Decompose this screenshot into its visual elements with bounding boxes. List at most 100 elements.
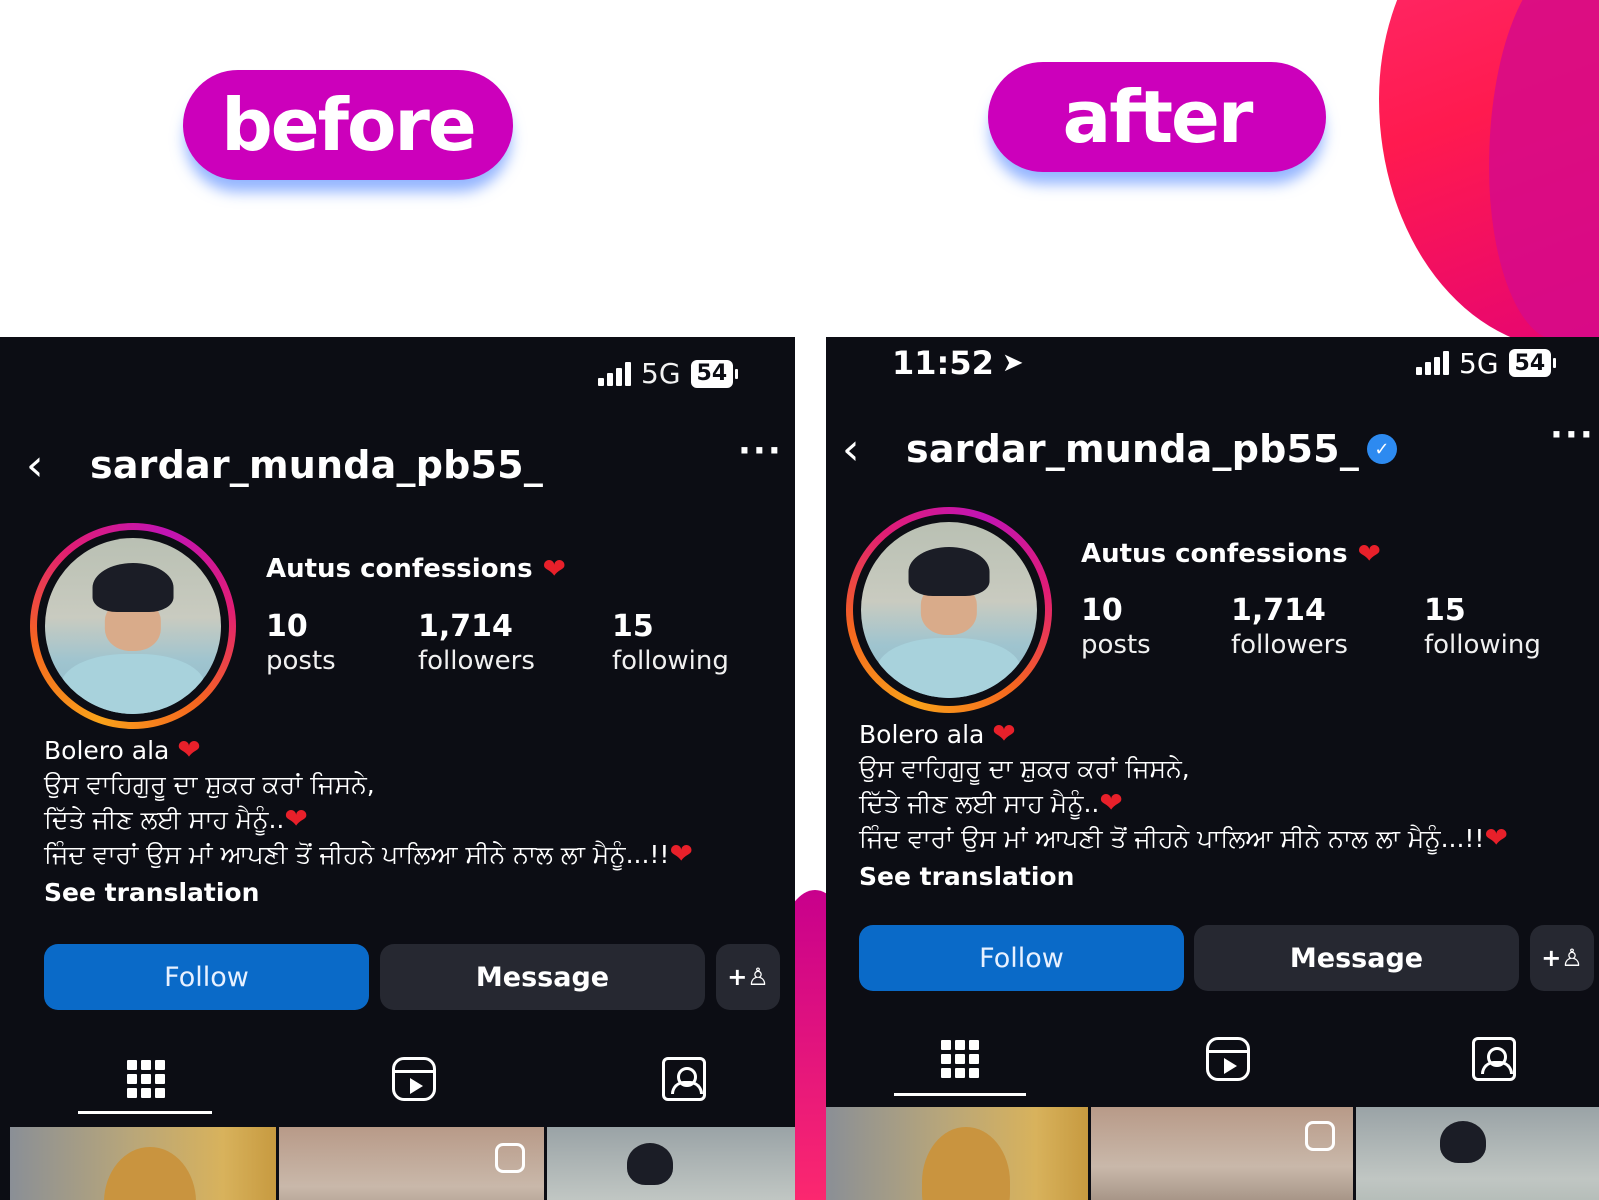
bio-line: Bolero ala bbox=[859, 720, 985, 749]
battery-icon: 54 bbox=[1508, 349, 1556, 377]
tab-reels[interactable] bbox=[1198, 1029, 1258, 1089]
signal-icon bbox=[598, 361, 631, 386]
active-tab-indicator bbox=[894, 1093, 1026, 1096]
status-time: 11:52 ➤ bbox=[892, 344, 1024, 382]
post-thumbnail[interactable] bbox=[826, 1107, 1088, 1200]
profile-tabs bbox=[0, 1037, 795, 1117]
profile-header: ‹ sardar_munda_pb55_ ··· bbox=[0, 431, 795, 495]
profile-header: ‹ sardar_munda_pb55_ ✓ ··· bbox=[826, 415, 1599, 479]
chevron-left-icon[interactable]: ‹ bbox=[26, 440, 44, 491]
display-name-text: Autus confessions bbox=[266, 553, 533, 584]
comparison-canvas: before after 5G 54 ‹ sardar_munda_pb55_ … bbox=[0, 0, 1599, 1200]
stat-label: following bbox=[1424, 630, 1541, 660]
see-translation-link[interactable]: See translation bbox=[859, 860, 1508, 894]
signal-icon bbox=[1416, 351, 1449, 375]
display-name: Autus confessions ❤ bbox=[266, 552, 566, 585]
post-thumbnail[interactable] bbox=[1091, 1107, 1353, 1200]
stat-posts[interactable]: 10 posts bbox=[1081, 593, 1151, 660]
stat-label: posts bbox=[1081, 630, 1151, 660]
status-bar: 11:52 ➤ 5G 54 bbox=[826, 343, 1599, 383]
bio-line: ਦਿੱਤੇ ਜੀਣ ਲਈ ਸਾਹ ਮੈਨੂੰ.. bbox=[859, 789, 1100, 818]
bio-line: Bolero ala bbox=[44, 736, 170, 765]
posts-grid bbox=[10, 1127, 795, 1200]
avatar[interactable] bbox=[846, 507, 1052, 713]
follow-button[interactable]: Follow bbox=[859, 925, 1184, 991]
add-user-icon: +♙ bbox=[727, 963, 769, 991]
status-indicators: 5G 54 bbox=[1416, 347, 1556, 380]
verified-badge-icon: ✓ bbox=[1367, 434, 1398, 464]
more-horizontal-icon[interactable]: ··· bbox=[738, 431, 783, 471]
reels-icon bbox=[1206, 1037, 1250, 1081]
clock-text: 11:52 bbox=[892, 344, 994, 382]
add-user-icon: +♙ bbox=[1541, 944, 1583, 972]
heart-icon: ❤ bbox=[1099, 786, 1123, 819]
stat-following[interactable]: 15 following bbox=[612, 609, 729, 676]
tagged-icon bbox=[662, 1057, 706, 1101]
display-name: Autus confessions ❤ bbox=[1081, 537, 1381, 570]
stat-label: following bbox=[612, 646, 729, 676]
stat-label: followers bbox=[418, 646, 535, 676]
stat-value: 10 bbox=[266, 609, 308, 644]
bio-line: ਉਸ ਵਾਹਿਗੁਰੂ ਦਾ ਸ਼ੁਕਰ ਕਰਾਂ ਜਿਸਨੇ, bbox=[859, 754, 1190, 783]
stat-value: 1,714 bbox=[1231, 593, 1326, 628]
post-thumbnail[interactable] bbox=[547, 1127, 795, 1200]
bio-line: ਜਿੰਦ ਵਾਰਾਂ ਉਸ ਮਾਂ ਆਪਣੀ ਤੋਂ ਜੀਹਨੇ ਪਾਲਿਆ ਸ… bbox=[859, 824, 1485, 853]
follow-button[interactable]: Follow bbox=[44, 944, 369, 1010]
heart-icon: ❤ bbox=[284, 802, 308, 835]
heart-icon: ❤ bbox=[1484, 821, 1508, 854]
location-arrow-icon: ➤ bbox=[1001, 348, 1024, 378]
tab-tagged[interactable] bbox=[654, 1049, 714, 1109]
battery-icon: 54 bbox=[690, 359, 738, 388]
battery-level: 54 bbox=[1514, 350, 1546, 376]
stat-value: 10 bbox=[1081, 593, 1123, 628]
username-text: sardar_munda_pb55_ bbox=[906, 427, 1360, 471]
heart-icon: ❤ bbox=[542, 552, 567, 585]
status-bar: 5G 54 bbox=[598, 357, 738, 390]
post-thumbnail[interactable] bbox=[10, 1127, 276, 1200]
post-thumbnail[interactable] bbox=[278, 1127, 545, 1200]
message-button[interactable]: Message bbox=[380, 944, 705, 1010]
network-label: 5G bbox=[641, 357, 681, 390]
tagged-icon bbox=[1472, 1037, 1516, 1081]
reels-icon bbox=[392, 1057, 436, 1101]
after-profile-screen: 11:52 ➤ 5G 54 ‹ sardar_munda_pb55_ ✓ ··· … bbox=[826, 337, 1599, 1200]
stat-following[interactable]: 15 following bbox=[1424, 593, 1541, 660]
heart-icon: ❤ bbox=[1357, 537, 1382, 570]
bio: Bolero ala ❤ ਉਸ ਵਾਹਿਗੁਰੂ ਦਾ ਸ਼ੁਕਰ ਕਰਾਂ ਜ… bbox=[859, 717, 1508, 894]
see-translation-link[interactable]: See translation bbox=[44, 876, 693, 910]
before-profile-screen: 5G 54 ‹ sardar_munda_pb55_ ··· Autus con… bbox=[0, 337, 795, 1200]
heart-icon: ❤ bbox=[669, 837, 693, 870]
stat-value: 15 bbox=[612, 609, 654, 644]
tab-posts[interactable] bbox=[930, 1029, 990, 1089]
stat-label: followers bbox=[1231, 630, 1348, 660]
after-label: after bbox=[988, 62, 1326, 172]
avatar[interactable] bbox=[30, 523, 236, 729]
tab-tagged[interactable] bbox=[1464, 1029, 1524, 1089]
more-horizontal-icon[interactable]: ··· bbox=[1550, 415, 1595, 455]
bio: Bolero ala ❤ ਉਸ ਵਾਹਿਗੁਰੂ ਦਾ ਸ਼ੁਕਰ ਕਰਾਂ ਜ… bbox=[44, 733, 693, 910]
post-thumbnail[interactable] bbox=[1356, 1107, 1599, 1200]
profile-tabs bbox=[826, 1017, 1599, 1097]
add-user-button[interactable]: +♙ bbox=[1530, 925, 1594, 991]
battery-level: 54 bbox=[696, 361, 728, 386]
chevron-left-icon[interactable]: ‹ bbox=[842, 424, 860, 475]
grid-icon bbox=[127, 1060, 165, 1098]
posts-grid bbox=[826, 1107, 1599, 1200]
stat-value: 1,714 bbox=[418, 609, 513, 644]
tab-posts[interactable] bbox=[116, 1049, 176, 1109]
bio-line: ਜਿੰਦ ਵਾਰਾਂ ਉਸ ਮਾਂ ਆਪਣੀ ਤੋਂ ਜੀਹਨੇ ਪਾਲਿਆ ਸ… bbox=[44, 840, 670, 869]
stat-followers[interactable]: 1,714 followers bbox=[418, 609, 535, 676]
stat-label: posts bbox=[266, 646, 336, 676]
reels-icon bbox=[494, 1143, 525, 1173]
heart-icon: ❤ bbox=[992, 717, 1016, 750]
username: sardar_munda_pb55_ ✓ bbox=[906, 427, 1398, 471]
display-name-text: Autus confessions bbox=[1081, 538, 1348, 569]
stat-posts[interactable]: 10 posts bbox=[266, 609, 336, 676]
reels-icon bbox=[1305, 1121, 1335, 1151]
add-user-button[interactable]: +♙ bbox=[716, 944, 780, 1010]
stat-followers[interactable]: 1,714 followers bbox=[1231, 593, 1348, 660]
tab-reels[interactable] bbox=[384, 1049, 444, 1109]
message-button[interactable]: Message bbox=[1194, 925, 1519, 991]
username: sardar_munda_pb55_ bbox=[90, 443, 544, 487]
grid-icon bbox=[941, 1040, 979, 1078]
